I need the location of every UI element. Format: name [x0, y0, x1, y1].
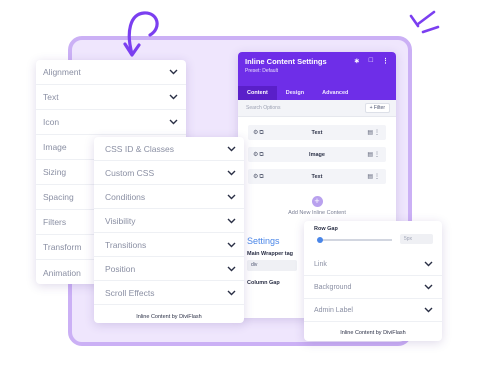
- add-plus-icon[interactable]: +: [311, 196, 323, 207]
- option-label: Icon: [43, 117, 60, 127]
- tab-design[interactable]: Design: [277, 86, 313, 100]
- item-label: Text: [311, 173, 323, 180]
- chevron-down-icon: [424, 284, 433, 290]
- row-gap-label: Row Gap: [314, 226, 338, 232]
- option-label: Position: [105, 263, 136, 274]
- more-options-icon[interactable]: ⋮: [382, 57, 389, 65]
- option-label: Spacing: [43, 192, 74, 202]
- option-label: Scroll Effects: [105, 287, 155, 298]
- option-label: Filters: [43, 217, 67, 227]
- option-label: Visibility: [105, 215, 136, 226]
- option-custom-css[interactable]: Custom CSS: [94, 161, 244, 185]
- chevron-down-icon: [424, 261, 433, 267]
- settings-duplicate-icons[interactable]: ⚙⧉: [253, 173, 277, 181]
- search-options-bar: Search Options + Filter: [238, 100, 396, 117]
- settings-duplicate-icons[interactable]: ⚙⧉: [253, 151, 277, 159]
- option-label: Sizing: [43, 167, 67, 177]
- tab-advanced[interactable]: Advanced: [313, 86, 357, 100]
- option-label: Link: [314, 260, 327, 268]
- option-admin-label[interactable]: Admin Label: [304, 299, 442, 322]
- tab-content[interactable]: Content: [238, 86, 277, 100]
- filter-button[interactable]: + Filter: [364, 103, 390, 113]
- option-alignment[interactable]: Alignment: [36, 60, 186, 85]
- delete-more-icons[interactable]: ▤⋮: [357, 151, 381, 158]
- search-input[interactable]: Search Options: [246, 105, 280, 111]
- option-label: Admin Label: [314, 306, 353, 314]
- option-background[interactable]: Background: [304, 276, 442, 299]
- inline-item-text[interactable]: ⚙⧉ Text ▤⋮: [248, 169, 386, 184]
- option-label: Transitions: [105, 239, 147, 250]
- option-label: Conditions: [105, 191, 146, 202]
- option-label: Transform: [43, 242, 82, 252]
- option-label: CSS ID & Classes: [105, 143, 174, 154]
- delete-more-icons[interactable]: ▤⋮: [357, 173, 381, 180]
- option-label: Background: [314, 283, 352, 291]
- inline-item-text[interactable]: ⚙⧉ Text ▤⋮: [248, 125, 386, 140]
- curved-arrow-icon: [123, 11, 159, 57]
- chevron-down-icon: [227, 170, 236, 175]
- option-position[interactable]: Position: [94, 257, 244, 281]
- advanced-options-panel: CSS ID & Classes Custom CSS Conditions V…: [94, 137, 244, 323]
- chevron-down-icon: [227, 194, 236, 199]
- row-gap-settings-panel: Row Gap 5px Link Background Admin Label …: [304, 221, 442, 341]
- settings-header: Inline Content Settings Preset: Default …: [238, 52, 396, 100]
- sparkle-lines-icon: [409, 10, 440, 34]
- chevron-down-icon: [169, 69, 178, 75]
- panel-footer: Inline Content by DiviFlash: [136, 314, 202, 320]
- main-wrapper-select[interactable]: div: [247, 260, 297, 271]
- option-label: Animation: [43, 267, 81, 278]
- chevron-down-icon: [227, 146, 236, 151]
- chevron-down-icon: [424, 307, 433, 313]
- chevron-down-icon: [227, 242, 236, 247]
- preset-selector[interactable]: Preset: Default: [245, 68, 389, 74]
- item-label: Text: [311, 129, 323, 136]
- slider-thumb[interactable]: [317, 237, 324, 243]
- chevron-down-icon: [227, 266, 236, 271]
- option-visibility[interactable]: Visibility: [94, 209, 244, 233]
- option-icon[interactable]: Icon: [36, 110, 186, 135]
- option-transitions[interactable]: Transitions: [94, 233, 244, 257]
- option-label: Custom CSS: [105, 167, 155, 178]
- option-label: Image: [43, 142, 67, 152]
- option-css-id-classes[interactable]: CSS ID & Classes: [94, 137, 244, 161]
- option-scroll-effects[interactable]: Scroll Effects: [94, 281, 244, 305]
- chevron-down-icon: [169, 94, 178, 100]
- panel-footer: Inline Content by DiviFlash: [340, 330, 406, 336]
- option-text[interactable]: Text: [36, 85, 186, 110]
- delete-more-icons[interactable]: ▤⋮: [357, 129, 381, 136]
- slider-track[interactable]: [318, 239, 392, 241]
- sidebar-toggle-icon[interactable]: □: [369, 57, 373, 65]
- chevron-down-icon: [227, 218, 236, 223]
- chevron-down-icon: [227, 290, 236, 295]
- settings-duplicate-icons[interactable]: ⚙⧉: [253, 129, 277, 137]
- option-label: Text: [43, 92, 59, 102]
- collapse-icon[interactable]: ∗: [354, 57, 360, 65]
- inline-item-image[interactable]: ⚙⧉ Image ▤⋮: [248, 147, 386, 162]
- option-link[interactable]: Link: [304, 253, 442, 276]
- chevron-down-icon: [169, 119, 178, 125]
- row-gap-slider[interactable]: 5px: [304, 232, 442, 247]
- option-conditions[interactable]: Conditions: [94, 185, 244, 209]
- option-label: Alignment: [43, 67, 81, 77]
- row-gap-value-input[interactable]: 5px: [400, 234, 433, 244]
- item-label: Image: [309, 151, 325, 158]
